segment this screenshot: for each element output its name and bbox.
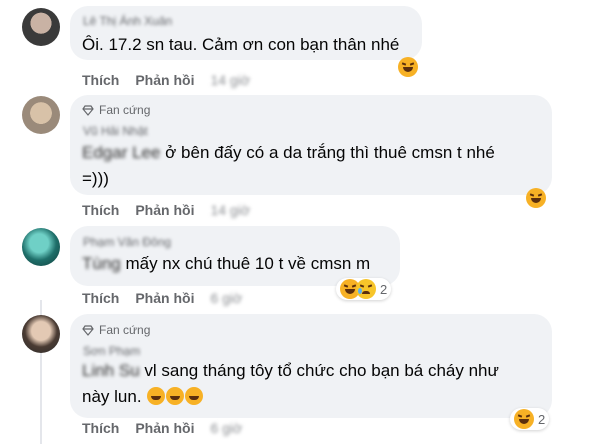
like-button[interactable]: Thích <box>82 202 119 218</box>
mention-tag[interactable]: Edgar Lee <box>82 143 160 162</box>
mention-tag[interactable]: Linh Su <box>82 361 140 380</box>
comment-text-body: Ôi. 17.2 sn tau. Cảm ơn con bạn thân nhé <box>82 35 400 54</box>
haha-emoji-icon <box>398 57 418 77</box>
commenter-name[interactable]: Lê Thị Ánh Xuân <box>83 14 172 28</box>
diamond-icon <box>82 324 94 336</box>
comment-text: Edgar Lee ở bên đấy có a da trắng thì th… <box>82 140 495 166</box>
comment-text-body: mấy nx chú thuê 10 t về cmsn m <box>120 254 371 273</box>
fan-badge-label: Fan cứng <box>99 103 151 117</box>
comment-text-line2: này lun. <box>82 384 204 410</box>
haha-emoji-icon <box>526 188 546 208</box>
reaction-count: 2 <box>538 411 546 427</box>
haha-emoji-icon <box>514 409 534 429</box>
laughing-emoji-icon <box>185 387 204 405</box>
laughing-emoji-icon <box>147 387 166 405</box>
comment-time[interactable]: 6 giờ <box>210 290 242 306</box>
comment-text-line2-body: này lun. <box>82 387 142 406</box>
like-button[interactable]: Thích <box>82 72 119 88</box>
diamond-icon <box>82 104 94 116</box>
reply-button[interactable]: Phản hồi <box>135 420 194 436</box>
comment-text-line2: =))) <box>82 169 109 188</box>
comment-time[interactable]: 14 giờ <box>210 202 250 218</box>
commenter-name[interactable]: Phạm Văn Đông <box>83 235 171 249</box>
reply-button[interactable]: Phản hồi <box>135 72 194 88</box>
fan-badge: Fan cứng <box>82 103 150 117</box>
comment-time[interactable]: 6 giờ <box>210 420 242 436</box>
avatar[interactable] <box>22 8 60 46</box>
laughing-emoji-icon <box>166 387 185 405</box>
reaction-summary[interactable]: 2 <box>510 408 550 430</box>
reaction-summary[interactable] <box>398 57 418 77</box>
avatar[interactable] <box>22 228 60 266</box>
comment-actions: Thích Phản hồi 6 giờ <box>82 420 242 436</box>
reaction-summary[interactable]: 2 <box>336 278 392 300</box>
fan-badge: Fan cứng <box>82 323 150 337</box>
avatar[interactable] <box>22 315 60 353</box>
reply-button[interactable]: Phản hồi <box>135 290 194 306</box>
avatar[interactable] <box>22 96 60 134</box>
like-button[interactable]: Thích <box>82 290 119 306</box>
comment-actions: Thích Phản hồi 6 giờ <box>82 290 242 306</box>
reply-button[interactable]: Phản hồi <box>135 202 194 218</box>
fan-badge-label: Fan cứng <box>99 323 151 337</box>
comment-text: Ôi. 17.2 sn tau. Cảm ơn con bạn thân nhé <box>82 32 399 58</box>
like-button[interactable]: Thích <box>82 420 119 436</box>
comment-1: Lê Thị Ánh Xuân Ôi. 17.2 sn tau. Cảm ơn … <box>0 0 600 90</box>
commenter-name[interactable]: Vũ Hải Nhật <box>83 124 148 138</box>
comment-text-line1: vl sang tháng tôy tổ chức cho bạn bá chá… <box>139 361 499 380</box>
comment-time[interactable]: 14 giờ <box>210 72 250 88</box>
comment-text: Linh Su vl sang tháng tôy tổ chức cho bạ… <box>82 358 499 384</box>
comment-text: Tùng mấy nx chú thuê 10 t về cmsn m <box>82 251 370 277</box>
reaction-summary[interactable] <box>526 188 546 208</box>
comment-actions: Thích Phản hồi 14 giờ <box>82 72 250 88</box>
reaction-count: 2 <box>380 281 388 297</box>
mention-tag[interactable]: Tùng <box>82 254 121 273</box>
comment-text-line1: ở bên đấy có a da trắng thì thuê cmsn t … <box>160 143 495 162</box>
sad-emoji-icon <box>356 279 376 299</box>
comment-actions: Thích Phản hồi 14 giờ <box>82 202 250 218</box>
commenter-name[interactable]: Sơn Phạm <box>83 344 140 358</box>
